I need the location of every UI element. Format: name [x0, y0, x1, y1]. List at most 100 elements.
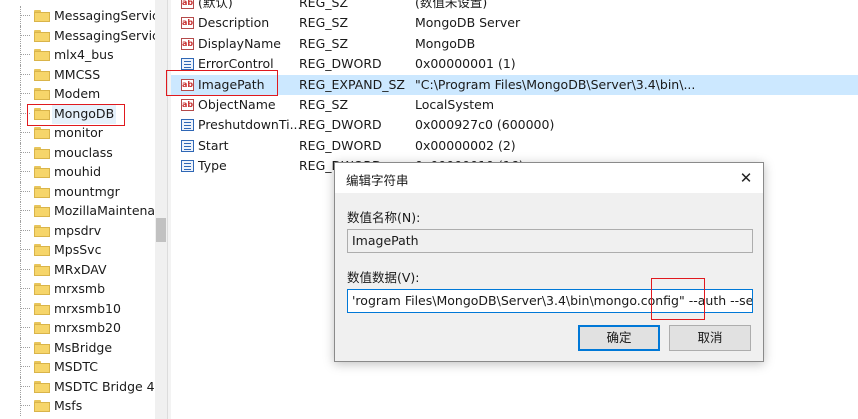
value-data-input[interactable]: 'rogram Files\MongoDB\Server\3.4\bin\mon…	[347, 289, 753, 313]
tree-guide-line	[20, 298, 21, 319]
cancel-button[interactable]: 取消	[669, 325, 751, 351]
dialog-title: 编辑字符串	[346, 173, 409, 188]
tree-connector	[20, 151, 30, 153]
tree-item[interactable]: MRxDAV	[0, 259, 155, 280]
string-value-icon: ab	[181, 37, 194, 50]
value-name-label: 数值名称(N):	[347, 210, 421, 225]
tree-guide-line	[20, 318, 21, 338]
tree-guide-line	[20, 64, 21, 85]
string-value-icon: ab	[181, 17, 194, 30]
tree-guide-line	[20, 84, 21, 104]
tree-guide-line	[20, 279, 21, 299]
tree-item[interactable]: mouhid	[0, 162, 155, 182]
tree-guide-line	[20, 25, 21, 46]
value-type: REG_EXPAND_SZ	[299, 76, 405, 92]
dialog-titlebar[interactable]: 编辑字符串 ✕	[335, 163, 763, 193]
tree-item[interactable]: Msfs	[0, 396, 155, 416]
tree-connector	[20, 54, 30, 55]
value-type: REG_SZ	[299, 15, 349, 31]
tree-item-label: mrxsmb	[54, 281, 106, 296]
tree-item-label: monitor	[54, 125, 103, 140]
tree-item-label: Msfs	[54, 398, 83, 413]
dword-value-icon	[181, 139, 194, 152]
tree-guide-line	[20, 357, 21, 377]
registry-key-tree: MessagingService MessagingService mlx4_bus…	[0, 0, 155, 419]
tree-item-label: mountmgr	[54, 183, 120, 199]
tree-item[interactable]: Modem	[0, 84, 155, 104]
tree-connector	[20, 288, 30, 289]
tree-connector	[20, 132, 30, 133]
tree-item-label: mouclass	[54, 144, 113, 160]
folder-icon	[34, 127, 50, 139]
value-data: (数值未设置)	[415, 0, 488, 10]
value-name-field: ImagePath	[347, 229, 753, 253]
value-row[interactable]: ab (默认) REG_SZ (数值未设置)	[171, 0, 858, 13]
tree-item-label: MsBridge	[54, 339, 113, 355]
value-row[interactable]: ab ObjectName REG_SZ LocalSystem	[171, 95, 858, 115]
folder-icon	[34, 205, 50, 217]
folder-icon	[34, 302, 50, 315]
tree-item-label: MRxDAV	[54, 261, 107, 277]
value-row[interactable]: ab Description REG_SZ MongoDB Server	[171, 13, 858, 33]
tree-item[interactable]: MSDTC Bridge 4.0	[0, 376, 155, 397]
tree-item[interactable]: mountmgr	[0, 181, 155, 202]
tree-scrollbar[interactable]	[155, 0, 167, 419]
tree-item[interactable]: mrxsmb10	[0, 298, 155, 319]
tree-guide-line	[20, 142, 21, 163]
tree-connector	[20, 405, 30, 406]
value-name: Type	[198, 158, 227, 174]
tree-scrollbar-thumb[interactable]	[156, 218, 166, 242]
tree-connector	[20, 307, 30, 309]
tree-item[interactable]: MMCSS	[0, 64, 155, 85]
tree-guide-line	[20, 376, 21, 397]
mongodb-highlight-box	[27, 104, 125, 126]
tree-guide-line	[20, 220, 21, 241]
tree-item[interactable]: MSDTC	[0, 357, 155, 377]
tree-guide-line	[20, 240, 21, 260]
value-name: Start	[198, 137, 229, 153]
tree-item-label: mrxsmb20	[54, 320, 121, 335]
folder-icon	[34, 68, 50, 81]
tree-connector	[20, 268, 30, 270]
tree-connector	[20, 327, 30, 328]
tree-guide-line	[20, 201, 21, 221]
folder-icon	[34, 29, 50, 42]
folder-icon	[34, 224, 50, 237]
value-row[interactable]: Start REG_DWORD 0x00000002 (2)	[171, 136, 858, 156]
tree-item[interactable]: MozillaMaintenan	[0, 201, 155, 221]
string-value-icon: ab	[181, 0, 194, 9]
value-row[interactable]: ab DisplayName REG_SZ MongoDB	[171, 34, 858, 54]
tree-guide-line	[20, 181, 21, 202]
folder-icon	[34, 263, 50, 276]
tree-item[interactable]: MessagingService	[0, 6, 155, 26]
tree-item-label: MMCSS	[54, 66, 101, 82]
tree-item-label: mouhid	[54, 164, 102, 179]
folder-icon	[34, 361, 50, 373]
tree-item[interactable]: monitor	[0, 123, 155, 143]
folder-icon	[34, 146, 50, 159]
value-data: MongoDB	[415, 35, 476, 51]
value-name: PreshutdownTi...	[198, 117, 302, 133]
tree-item[interactable]: mrxsmb	[0, 279, 155, 299]
tree-guide-line	[20, 337, 21, 358]
tree-item-label: mlx4_bus	[54, 47, 114, 62]
tree-item[interactable]: mrxsmb20	[0, 318, 155, 338]
value-row[interactable]: PreshutdownTi... REG_DWORD 0x000927c0 (600…	[171, 115, 858, 135]
tree-item[interactable]: mpsdrv	[0, 220, 155, 241]
value-name: Description	[198, 15, 270, 31]
tree-connector	[20, 210, 30, 211]
ok-button[interactable]: 确定	[578, 325, 660, 351]
tree-item[interactable]: MsBridge	[0, 337, 155, 358]
tree-item-label: Modem	[54, 86, 101, 101]
folder-icon	[34, 88, 50, 100]
tree-item[interactable]: mouclass	[0, 142, 155, 163]
close-icon[interactable]: ✕	[735, 167, 757, 189]
tree-guide-line	[20, 396, 21, 416]
tree-item[interactable]: MessagingService	[0, 25, 155, 46]
value-type: REG_DWORD	[299, 56, 382, 72]
tree-item[interactable]: mlx4_bus	[0, 45, 155, 65]
tree-item[interactable]: MpsSvc	[0, 240, 155, 260]
tree-connector	[20, 73, 30, 75]
tree-item-label: MozillaMaintenan	[54, 203, 155, 218]
value-name: ObjectName	[198, 97, 276, 112]
